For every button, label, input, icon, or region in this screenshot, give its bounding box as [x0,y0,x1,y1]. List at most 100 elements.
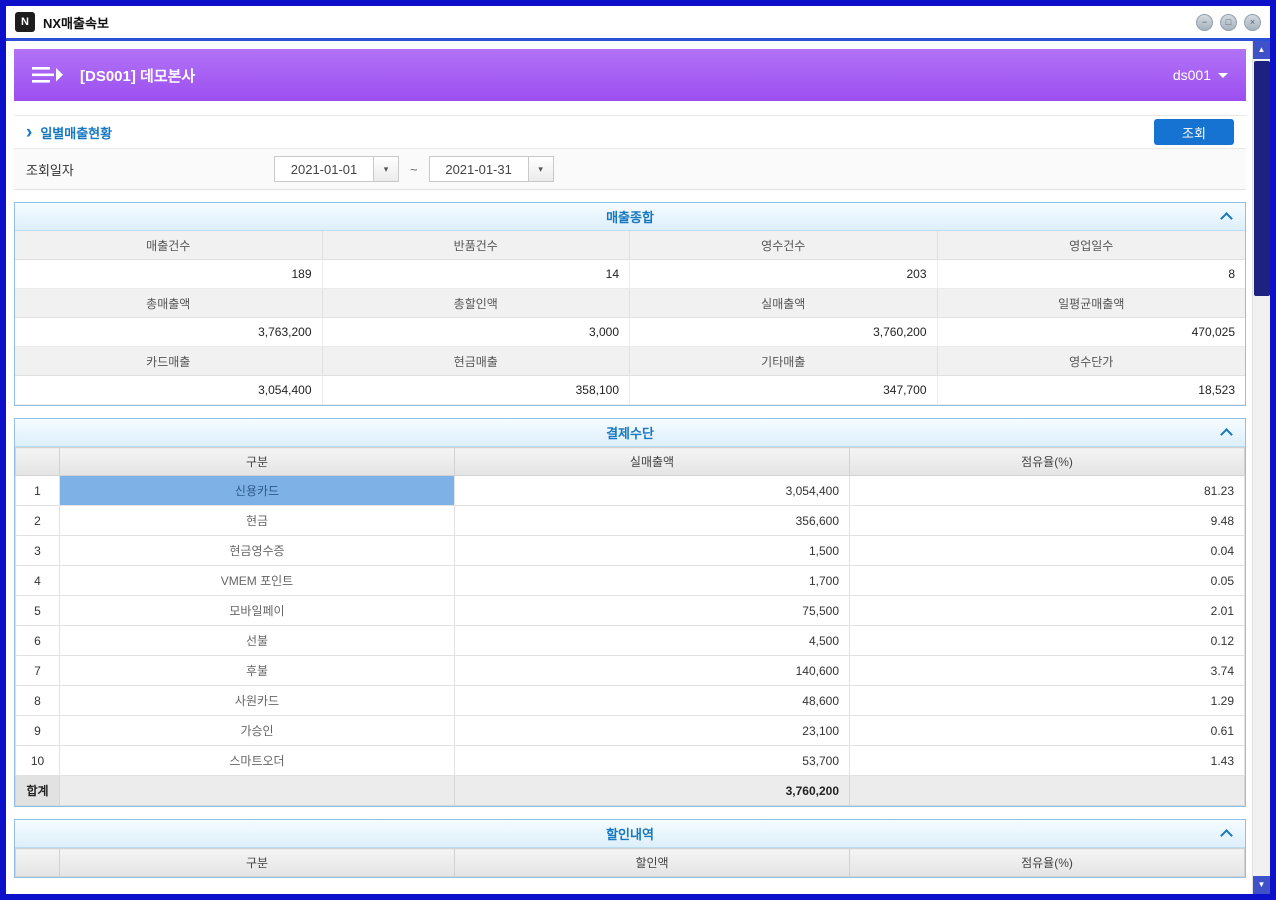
store-title: [DS001] 데모본사 [80,67,196,85]
payment-amount-cell[interactable]: 23,100 [454,715,850,746]
scrollbar-thumb[interactable] [1254,61,1270,296]
section-arrow-icon: › [26,121,33,143]
total-amount-cell: 3,760,200 [454,775,850,806]
payment-name-cell[interactable]: 현금 [59,505,455,536]
payment-share-cell[interactable]: 0.61 [849,715,1245,746]
payment-method-table: 구분 실매출액 점유율(%) 1 신용카드 3,054,400 81.23 2 … [15,447,1245,806]
summary-value: 14 [322,260,630,289]
payment-name-cell[interactable]: 후불 [59,655,455,686]
window-controls: − □ × [1196,13,1261,31]
discount-title: 할인내역 [606,827,654,842]
payment-method-header[interactable]: 결제수단 [15,419,1245,447]
row-number: 10 [15,745,60,776]
summary-value: 347,700 [630,376,938,405]
summary-label: 총할인액 [322,289,630,318]
payment-amount-cell[interactable]: 48,600 [454,685,850,716]
total-label: 합계 [15,775,60,806]
page-title: 일별매출현황 [40,125,113,141]
payment-name-cell[interactable]: 현금영수증 [59,535,455,566]
collapse-chevron-icon[interactable] [1220,428,1233,441]
column-header[interactable]: 점유율(%) [849,447,1245,476]
column-header[interactable]: 실매출액 [454,447,850,476]
date-filter-label: 조회일자 [26,162,74,178]
table-row: 8 사원카드 48,600 1.29 [15,685,1245,716]
payment-amount-cell[interactable]: 356,600 [454,505,850,536]
payment-amount-cell[interactable]: 4,500 [454,625,850,656]
payment-share-cell[interactable]: 3.74 [849,655,1245,686]
filter-row: 조회일자 2021-01-01 ▾ ~ 2021-01-31 ▾ [14,149,1246,190]
payment-amount-cell[interactable]: 140,600 [454,655,850,686]
date-to-dropdown-icon[interactable]: ▾ [528,156,554,182]
collapse-chevron-icon[interactable] [1220,212,1233,225]
payment-share-cell[interactable]: 1.29 [849,685,1245,716]
table-row: 1 신용카드 3,054,400 81.23 [15,475,1245,506]
vertical-scrollbar[interactable]: ▲ ▼ [1252,41,1270,894]
summary-label: 영업일수 [937,231,1245,260]
payment-share-cell[interactable]: 0.12 [849,625,1245,656]
summary-label: 현금매출 [322,347,630,376]
summary-value: 203 [630,260,938,289]
summary-label: 일평균매출액 [937,289,1245,318]
scroll-up-icon[interactable]: ▲ [1252,41,1270,59]
payment-share-cell[interactable]: 9.48 [849,505,1245,536]
date-from-picker: 2021-01-01 ▾ [274,156,399,182]
menu-arrow-icon[interactable] [32,64,64,86]
user-dropdown[interactable]: ds001 [1173,67,1228,83]
payment-share-cell[interactable]: 0.05 [849,565,1245,596]
minimize-button[interactable]: − [1196,13,1213,31]
column-header[interactable]: 구분 [59,848,455,877]
payment-name-cell[interactable]: 신용카드 [59,475,455,506]
sales-summary-title: 매출종합 [606,210,654,225]
payment-amount-cell[interactable]: 1,700 [454,565,850,596]
date-to-value[interactable]: 2021-01-31 [428,156,529,182]
table-header-row: 구분 할인액 점유율(%) [15,848,1245,877]
payment-name-cell[interactable]: 사원카드 [59,685,455,716]
user-id: ds001 [1172,67,1211,83]
payment-name-cell[interactable]: 스마트오더 [59,745,455,776]
section-bar: › 일별매출현황 조회 [14,115,1246,149]
table-row: 6 선불 4,500 0.12 [15,625,1245,656]
discount-table: 구분 할인액 점유율(%) [15,848,1245,877]
sales-summary-panel: 매출종합 매출건수 반품건수 영수건수 영업일수 189 14 203 8 총매… [14,202,1246,406]
maximize-button[interactable]: □ [1220,13,1237,31]
payment-amount-cell[interactable]: 3,054,400 [454,475,850,506]
date-from-dropdown-icon[interactable]: ▾ [374,156,399,182]
column-header[interactable]: 점유율(%) [849,848,1245,877]
summary-value: 3,054,400 [15,376,323,405]
payment-share-cell[interactable]: 0.04 [849,535,1245,566]
app-icon: N [15,12,35,32]
close-button[interactable]: × [1244,13,1261,31]
table-header-row: 구분 실매출액 점유율(%) [15,447,1245,476]
payment-name-cell[interactable]: 가승인 [59,715,455,746]
summary-value: 358,100 [322,376,630,405]
total-share-cell [849,775,1245,806]
summary-value: 8 [937,260,1245,289]
row-number: 6 [15,625,60,656]
table-row: 3 현금영수증 1,500 0.04 [15,535,1245,566]
payment-name-cell[interactable]: 선불 [59,625,455,656]
summary-label: 영수단가 [937,347,1245,376]
payment-amount-cell[interactable]: 1,500 [454,535,850,566]
payment-share-cell[interactable]: 81.23 [849,475,1245,506]
payment-share-cell[interactable]: 1.43 [849,745,1245,776]
discount-header[interactable]: 할인내역 [15,820,1245,848]
date-from-value[interactable]: 2021-01-01 [274,156,374,182]
payment-amount-cell[interactable]: 75,500 [454,595,850,626]
summary-value: 470,025 [937,318,1245,347]
column-header[interactable]: 구분 [59,447,455,476]
summary-label: 카드매출 [15,347,323,376]
payment-method-title: 결제수단 [606,426,654,441]
payment-name-cell[interactable]: VMEM 포인트 [59,565,455,596]
summary-label: 실매출액 [630,289,938,318]
sales-summary-header[interactable]: 매출종합 [15,203,1245,231]
summary-value: 3,000 [322,318,630,347]
payment-share-cell[interactable]: 2.01 [849,595,1245,626]
table-row: 7 후불 140,600 3.74 [15,655,1245,686]
column-header[interactable]: 할인액 [454,848,850,877]
search-button[interactable]: 조회 [1154,119,1234,145]
scroll-down-icon[interactable]: ▼ [1252,876,1270,894]
payment-amount-cell[interactable]: 53,700 [454,745,850,776]
collapse-chevron-icon[interactable] [1220,829,1233,842]
payment-name-cell[interactable]: 모바일페이 [59,595,455,626]
row-number: 2 [15,505,60,536]
